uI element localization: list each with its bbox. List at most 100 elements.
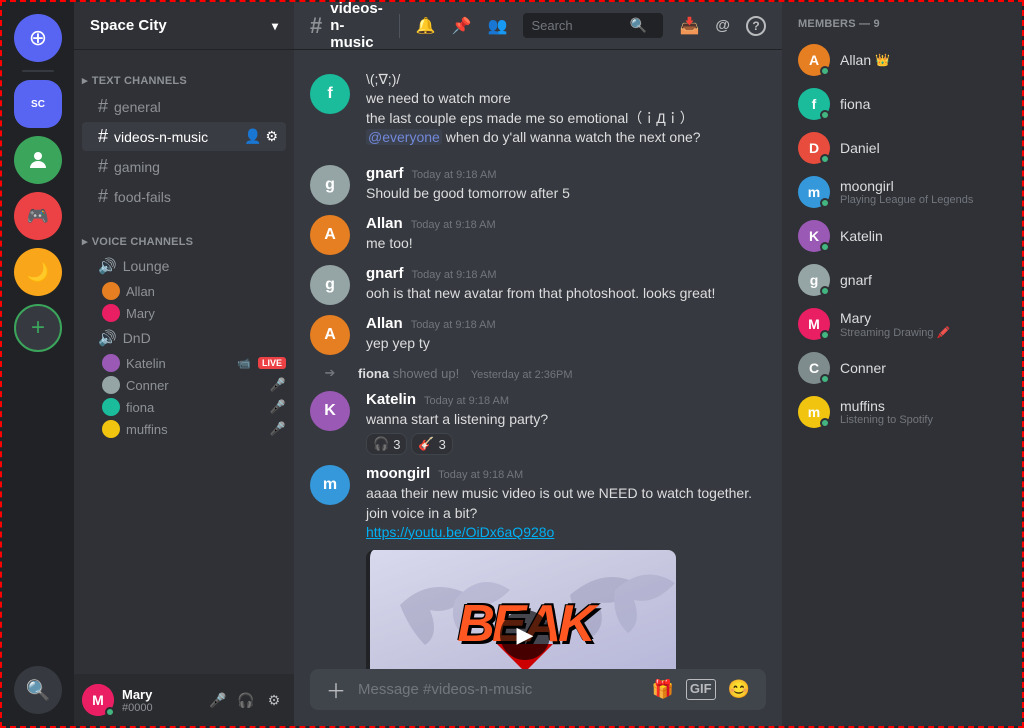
message-author[interactable]: gnarf [366,265,404,282]
avatar: A [310,215,350,255]
server-icon-4[interactable]: 🌙 [14,248,62,296]
message-timestamp: Today at 9:18 AM [424,395,509,407]
voice-member-conner[interactable]: Conner 🎤 [74,374,294,396]
member-item-gnarf[interactable]: g gnarf [790,258,1014,302]
server-icon-2[interactable] [14,136,62,184]
online-dot [820,374,830,384]
message-text: yep yep ty [366,334,766,353]
server-list-divider [22,70,54,72]
voice-channels-label: VOICE CHANNELS [92,236,193,248]
message-author[interactable]: gnarf [366,165,404,182]
headset-icon[interactable]: 🎧 [234,688,258,712]
chat-header: # videos-n-music 🔔 📌 👥 🔍 📥 @ ? [294,2,782,50]
mention-everyone: @everyone [366,129,442,145]
member-item-moongirl[interactable]: m moongirl Playing League of Legends [790,170,1014,214]
message-group-gnarf-1: g gnarf Today at 9:18 AM Should be good … [294,161,782,209]
reaction-guitar[interactable]: 🎸 3 [411,433,452,455]
system-author: fiona [358,366,389,381]
help-icon[interactable]: ? [746,16,766,36]
channel-item-general[interactable]: # general [82,92,286,121]
add-file-icon[interactable]: ＋ [326,675,346,704]
message-content: Allan Today at 9:18 AM me too! [366,215,766,255]
voice-channel-dnd[interactable]: 🔊 DnD [82,325,286,351]
voice-channel-label-lounge: Lounge [123,258,170,274]
search-input[interactable] [531,18,621,33]
message-author[interactable]: Allan [366,215,403,232]
voice-channels-category[interactable]: ▸ VOICE CHANNELS [74,219,294,252]
channel-item-videos-n-music[interactable]: # videos-n-music 👤 ⚙ [82,122,286,151]
message-timestamp: Today at 9:18 AM [411,319,496,331]
message-header: Allan Today at 9:18 AM [366,315,766,332]
member-item-fiona[interactable]: f fiona [790,82,1014,126]
add-member-icon[interactable]: 👤 [244,128,261,145]
message-header: gnarf Today at 9:18 AM [366,165,766,182]
emoji-icon[interactable]: 😊 [728,679,750,700]
search-bar[interactable]: 🔍 [523,13,663,38]
channel-hash-icon: # [310,13,322,39]
avatar: K [310,391,350,431]
chevron-right-icon: ▸ [82,235,88,248]
message-text: wanna start a listening party? [366,410,766,429]
voice-channel-lounge[interactable]: 🔊 Lounge [82,253,286,279]
server-name-bar[interactable]: Space City ▾ [74,2,294,50]
pin-icon[interactable]: 📌 [452,16,472,36]
message-author[interactable]: moongirl [366,465,430,482]
play-button[interactable]: ▶ [500,610,550,660]
microphone-icon[interactable]: 🎤 [206,688,230,712]
member-name: moongirl [840,178,894,194]
text-channels-category[interactable]: ▸ TEXT CHANNELS [74,58,294,91]
speaker-icon: 🔊 [98,257,117,275]
voice-member-muffins[interactable]: muffins 🎤 [74,418,294,440]
member-status: Playing League of Legends [840,194,973,206]
message-text: \(;∇;)/ we need to watch more the last c… [366,70,766,147]
member-item-conner[interactable]: C Conner [790,346,1014,390]
message-author[interactable]: Allan [366,315,403,332]
voice-member-allan[interactable]: Allan [74,280,294,302]
member-name: fiona [840,96,870,112]
settings-icon[interactable]: ⚙ [265,128,278,145]
server-icon-spacecity[interactable]: SC [14,80,62,128]
reaction-count: 3 [439,437,446,452]
video-thumbnail[interactable]: BEAK ▶ [370,550,676,669]
channel-item-gaming[interactable]: # gaming [82,152,286,181]
member-item-katelin[interactable]: K Katelin [790,214,1014,258]
member-info: Mary Streaming Drawing 🖍️ [840,310,950,339]
voice-member-katelin[interactable]: Katelin 📹 LIVE [74,352,294,374]
channel-label-general: general [114,99,161,115]
discord-home-button[interactable]: ⊕ [14,14,62,62]
avatar: m [310,465,350,505]
message-input[interactable] [358,669,639,710]
message-content: gnarf Today at 9:18 AM ooh is that new a… [366,265,766,305]
member-info: muffins Listening to Spotify [840,398,933,426]
channel-item-food-fails[interactable]: # food-fails [82,182,286,211]
message-group-moongirl: m moongirl Today at 9:18 AM aaaa their n… [294,461,782,669]
server-icon-5[interactable]: + [14,304,62,352]
online-dot [820,242,830,252]
message-link[interactable]: https://youtu.be/OiDx6aQ928o [366,523,766,542]
settings-icon[interactable]: ⚙ [262,688,286,712]
member-item-daniel[interactable]: D Daniel [790,126,1014,170]
gift-icon[interactable]: 🎁 [651,679,673,700]
mention-icon[interactable]: @ [715,17,730,34]
explore-servers-button[interactable]: 🔍 [14,666,62,714]
online-dot [820,330,830,340]
reaction-count: 3 [393,437,400,452]
message-header: moongirl Today at 9:18 AM [366,465,766,482]
member-item-muffins[interactable]: m muffins Listening to Spotify [790,390,1014,434]
members-icon[interactable]: 👥 [488,16,508,36]
server-icon-3[interactable]: 🎮 [14,192,62,240]
hash-icon: # [98,96,108,117]
voice-member-fiona[interactable]: fiona 🎤 [74,396,294,418]
member-item-allan[interactable]: A Allan 👑 [790,38,1014,82]
voice-member-mary[interactable]: Mary [74,302,294,324]
avatar: g [310,165,350,205]
crown-icon: 👑 [875,53,890,67]
reaction-headphones[interactable]: 🎧 3 [366,433,407,455]
bell-icon[interactable]: 🔔 [416,16,436,36]
member-item-mary[interactable]: M Mary Streaming Drawing 🖍️ [790,302,1014,346]
gif-icon[interactable]: GIF [686,679,716,700]
user-discriminator: #0000 [122,702,198,714]
inbox-icon[interactable]: 📥 [679,16,699,36]
message-author[interactable]: Katelin [366,391,416,408]
message-content: Allan Today at 9:18 AM yep yep ty [366,315,766,355]
